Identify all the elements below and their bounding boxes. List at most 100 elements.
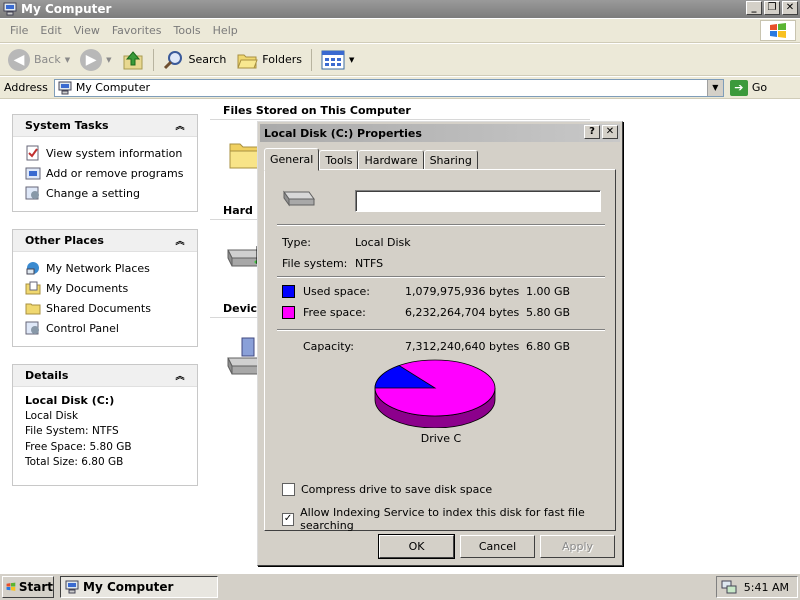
menu-edit[interactable]: Edit bbox=[34, 24, 67, 37]
system-tray: 5:41 AM bbox=[716, 576, 798, 598]
search-icon bbox=[163, 50, 182, 69]
capacity-row: Capacity: 7,312,240,640 bytes 6.80 GB bbox=[303, 340, 570, 353]
free-space-label: Free space: bbox=[303, 306, 366, 319]
link-label: My Documents bbox=[46, 281, 129, 295]
back-button[interactable]: ◀ Back ▼ bbox=[4, 47, 74, 73]
tab-strip: General Tools Hardware Sharing bbox=[264, 148, 478, 171]
window-title: My Computer bbox=[21, 2, 112, 16]
clock[interactable]: 5:41 AM bbox=[744, 581, 789, 594]
help-button[interactable]: ? bbox=[584, 125, 600, 139]
my-documents-link[interactable]: My Documents bbox=[25, 278, 197, 298]
control-panel-link[interactable]: Control Panel bbox=[25, 318, 197, 338]
views-button[interactable]: ▼ bbox=[317, 47, 358, 73]
details-title: Details bbox=[25, 369, 69, 382]
network-tray-icon[interactable] bbox=[721, 579, 737, 595]
tab-sharing[interactable]: Sharing bbox=[423, 150, 478, 170]
details-header[interactable]: Details ︽ bbox=[13, 365, 197, 387]
used-space-swatch bbox=[282, 285, 295, 298]
toolbar-separator bbox=[311, 48, 313, 71]
collapse-icon[interactable]: ︽ bbox=[173, 370, 187, 382]
forward-dropdown-icon[interactable]: ▼ bbox=[106, 56, 111, 64]
windows-logo-icon bbox=[6, 582, 16, 591]
collapse-icon[interactable]: ︽ bbox=[173, 235, 187, 247]
menu-bar: File Edit View Favorites Tools Help bbox=[0, 19, 800, 43]
compress-option[interactable]: Compress drive to save disk space bbox=[282, 483, 492, 496]
address-dropdown-icon[interactable]: ▼ bbox=[706, 79, 723, 96]
other-places-title: Other Places bbox=[25, 234, 104, 247]
views-dropdown-icon[interactable]: ▼ bbox=[349, 56, 354, 64]
collapse-icon[interactable]: ︽ bbox=[173, 120, 187, 132]
task-pane: System Tasks ︽ View system information A… bbox=[0, 100, 210, 572]
address-input[interactable]: My Computer ▼ bbox=[53, 78, 724, 97]
menu-favorites[interactable]: Favorites bbox=[106, 24, 168, 37]
start-label: Start bbox=[18, 580, 53, 594]
dialog-close-button[interactable]: ✕ bbox=[602, 125, 618, 139]
used-space-bytes: 1,079,975,936 bytes bbox=[405, 285, 520, 298]
restore-button[interactable]: ❐ bbox=[764, 1, 780, 15]
menu-tools[interactable]: Tools bbox=[168, 24, 207, 37]
standard-toolbar: ◀ Back ▼ ▶ ▼ Search Folders ▼ bbox=[0, 44, 800, 76]
used-space-label: Used space: bbox=[303, 285, 371, 298]
indexing-label: Allow Indexing Service to index this dis… bbox=[300, 506, 585, 532]
ok-button[interactable]: OK bbox=[378, 534, 455, 559]
taskbar-button-my-computer[interactable]: My Computer bbox=[60, 576, 218, 598]
other-places-panel: Other Places ︽ My Network Places My Docu… bbox=[12, 229, 198, 347]
computer-icon bbox=[58, 81, 72, 94]
separator bbox=[277, 224, 605, 226]
back-label: Back bbox=[34, 53, 61, 66]
add-remove-icon bbox=[25, 167, 41, 180]
system-tasks-title: System Tasks bbox=[25, 119, 109, 132]
other-places-header[interactable]: Other Places ︽ bbox=[13, 230, 197, 252]
type-value: Local Disk bbox=[355, 236, 411, 249]
shared-documents-link[interactable]: Shared Documents bbox=[25, 298, 197, 318]
minimize-button[interactable]: _ bbox=[746, 1, 762, 15]
system-tasks-header[interactable]: System Tasks ︽ bbox=[13, 115, 197, 137]
menu-file[interactable]: File bbox=[4, 24, 34, 37]
compress-checkbox[interactable] bbox=[282, 483, 295, 496]
indexing-checkbox[interactable]: ✓ bbox=[282, 512, 295, 526]
tab-hardware[interactable]: Hardware bbox=[358, 150, 424, 170]
details-type: Local Disk bbox=[25, 409, 79, 422]
indexing-option[interactable]: ✓ Allow Indexing Service to index this d… bbox=[282, 506, 615, 532]
disk-drive-icon bbox=[283, 190, 315, 207]
menu-view[interactable]: View bbox=[68, 24, 106, 37]
properties-dialog: Local Disk (C:) Properties ? ✕ General T… bbox=[257, 121, 623, 566]
dialog-titlebar: Local Disk (C:) Properties ? ✕ bbox=[260, 124, 620, 142]
volume-label-input[interactable] bbox=[355, 190, 601, 212]
close-button[interactable]: ✕ bbox=[782, 1, 798, 15]
taskbar: Start My Computer 5:41 AM bbox=[0, 573, 800, 600]
back-dropdown-icon[interactable]: ▼ bbox=[65, 56, 70, 64]
add-remove-programs-link[interactable]: Add or remove programs bbox=[25, 163, 197, 183]
capacity-label: Capacity: bbox=[303, 340, 354, 353]
menu-help[interactable]: Help bbox=[207, 24, 244, 37]
control-panel-icon bbox=[25, 321, 39, 335]
cancel-button[interactable]: Cancel bbox=[460, 535, 535, 558]
go-button[interactable]: ➔ Go bbox=[729, 79, 767, 96]
address-value: My Computer bbox=[75, 81, 150, 94]
computer-icon bbox=[3, 2, 17, 16]
free-space-gb: 5.80 GB bbox=[526, 306, 571, 319]
start-button[interactable]: Start bbox=[2, 576, 54, 598]
filesystem-value: NTFS bbox=[355, 257, 384, 270]
filesystem-label: File system: bbox=[282, 257, 348, 270]
capacity-gb: 6.80 GB bbox=[526, 340, 571, 353]
details-filesystem: File System: NTFS bbox=[25, 425, 119, 437]
view-system-info-link[interactable]: View system information bbox=[25, 143, 197, 163]
apply-button[interactable]: Apply bbox=[540, 535, 615, 558]
details-name: Local Disk (C:) bbox=[25, 394, 115, 407]
search-button[interactable]: Search bbox=[159, 47, 231, 73]
folders-button[interactable]: Folders bbox=[232, 47, 306, 73]
tab-tools[interactable]: Tools bbox=[319, 150, 359, 170]
folders-label: Folders bbox=[262, 53, 303, 66]
my-network-places-link[interactable]: My Network Places bbox=[25, 258, 197, 278]
change-setting-link[interactable]: Change a setting bbox=[25, 183, 197, 203]
tab-general[interactable]: General bbox=[264, 148, 320, 171]
disk-usage-pie-chart bbox=[374, 359, 496, 428]
section-divider bbox=[210, 119, 590, 120]
link-label: Control Panel bbox=[46, 321, 119, 335]
free-space-swatch bbox=[282, 306, 295, 319]
forward-button[interactable]: ▶ ▼ bbox=[76, 47, 115, 73]
views-icon bbox=[321, 50, 345, 69]
up-button[interactable] bbox=[118, 47, 148, 73]
general-tab-page: Type: Local Disk File system: NTFS Used … bbox=[264, 169, 616, 532]
